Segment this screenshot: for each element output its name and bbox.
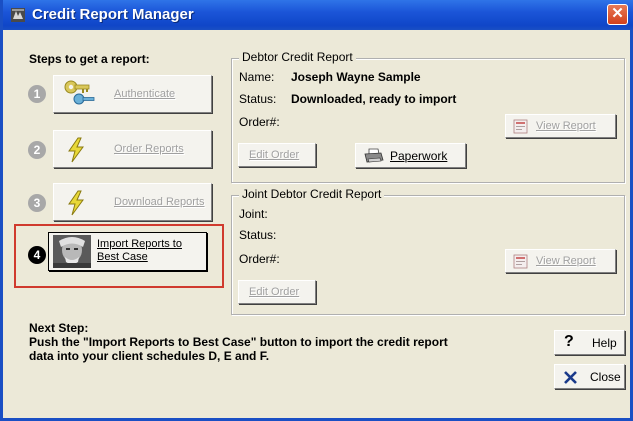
report-icon	[513, 254, 528, 269]
help-icon: ?	[564, 333, 574, 350]
window-close-button[interactable]: ✕	[607, 4, 628, 25]
close-icon: ✕	[611, 5, 624, 22]
debtor-edit-order-button[interactable]: Edit Order	[238, 143, 316, 167]
dialog-body: Steps to get a report: 1 Authenticate 2 …	[6, 30, 630, 418]
authenticate-button[interactable]: Authenticate	[53, 75, 212, 113]
window-title: Credit Report Manager	[32, 6, 194, 23]
step-2-number: 2	[28, 141, 46, 159]
import-reports-button[interactable]: Import Reports to Best Case	[48, 232, 207, 271]
order-reports-label: Order Reports	[114, 143, 184, 155]
paperwork-label: Paperwork	[390, 149, 448, 163]
next-step-line-2: data into your client schedules D, E and…	[29, 349, 270, 363]
joint-label: Joint:	[239, 207, 268, 221]
authenticate-label: Authenticate	[114, 88, 176, 100]
debtor-name-value: Joseph Wayne Sample	[291, 70, 421, 84]
app-icon	[11, 8, 25, 22]
lightning-icon	[68, 190, 84, 216]
close-button[interactable]: Close	[554, 364, 625, 389]
lightning-icon	[68, 137, 84, 163]
debtor-view-report-button[interactable]: View Report	[505, 114, 616, 138]
printer-icon	[364, 148, 384, 163]
step-1-number: 1	[28, 85, 46, 103]
help-button[interactable]: ? Help	[554, 330, 625, 355]
import-reports-label: Import Reports to Best Case	[97, 238, 182, 263]
step-4-number: 4	[28, 246, 46, 264]
debtor-order-label: Order#:	[239, 115, 280, 129]
joint-group-title: Joint Debtor Credit Report	[239, 187, 385, 201]
title-bar[interactable]: Credit Report Manager ✕	[3, 0, 633, 30]
credit-report-manager-window: Credit Report Manager ✕ Steps to get a r…	[0, 0, 633, 421]
key-icon	[64, 80, 95, 105]
steps-heading: Steps to get a report:	[29, 52, 150, 66]
download-reports-button[interactable]: Download Reports	[53, 183, 212, 221]
portrait-icon	[53, 235, 91, 268]
report-icon	[513, 119, 528, 134]
order-reports-button[interactable]: Order Reports	[53, 130, 212, 168]
debtor-group-title: Debtor Credit Report	[239, 50, 356, 64]
download-reports-label: Download Reports	[114, 196, 205, 208]
next-step-line-1: Push the "Import Reports to Best Case" b…	[29, 335, 448, 349]
next-step-heading: Next Step:	[29, 321, 89, 335]
x-icon	[564, 371, 577, 384]
debtor-name-label: Name:	[239, 70, 275, 84]
joint-order-label: Order#:	[239, 252, 280, 266]
step-3-number: 3	[28, 194, 46, 212]
joint-status-label: Status:	[239, 228, 277, 242]
paperwork-button[interactable]: Paperwork	[355, 143, 466, 168]
joint-view-report-button[interactable]: View Report	[505, 249, 616, 273]
joint-edit-order-button[interactable]: Edit Order	[238, 280, 316, 304]
debtor-status-value: Downloaded, ready to import	[291, 92, 457, 106]
debtor-status-label: Status:	[239, 92, 277, 106]
